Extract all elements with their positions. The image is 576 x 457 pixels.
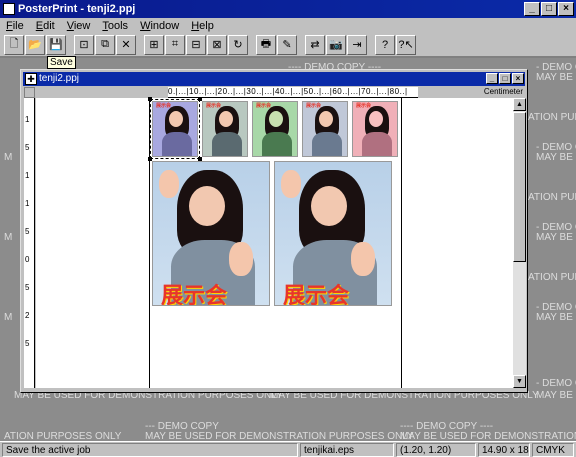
thumbnail-caption: 展示会 (356, 103, 372, 109)
grid-button[interactable]: ⊠ (207, 34, 227, 55)
toolbar: 🗋 📂 💾 ⊡ ⧉ ✕ ⊞ ⌗ ⊟ ⊠ ↻ 🖶 ✎ ⇄ 📷 ⇥ ? ?↖ (0, 33, 576, 57)
vruler-number: 0 (25, 255, 30, 264)
save-tooltip: Save (47, 56, 76, 69)
menu-bar: File Edit View Tools Window Help (0, 18, 576, 33)
menu-window[interactable]: Window (134, 20, 185, 32)
tile-button[interactable]: ⊟ (186, 34, 206, 55)
watermark-use: ATION PURPOSES ONLY (528, 192, 576, 203)
status-bar: Save the active job tenjikai.eps (1.20, … (0, 441, 576, 457)
watermark-use: ATION PURPOSES ONLY (528, 272, 576, 283)
app-icon[interactable] (3, 3, 15, 15)
document-title-bar[interactable]: ✚ tenji2.ppj _ □ × (23, 72, 525, 86)
vruler-number: 5 (25, 227, 30, 236)
status-color-mode: CMYK (532, 443, 574, 457)
maximize-button[interactable]: □ (541, 2, 557, 16)
app-title-bar: PosterPrint - tenji2.ppj _ □ × (0, 0, 576, 18)
duplicate-button[interactable]: ⧉ (95, 34, 115, 55)
menu-edit[interactable]: Edit (30, 20, 61, 32)
save-button[interactable]: 💾 (46, 34, 66, 55)
new-file-button[interactable]: 🗋 (4, 34, 24, 55)
context-help-button[interactable]: ?↖ (396, 34, 416, 55)
doc-minimize-button[interactable]: _ (486, 73, 498, 84)
menu-tools[interactable]: Tools (96, 20, 134, 32)
menu-help[interactable]: Help (185, 20, 220, 32)
watermark-mini: M (4, 232, 13, 243)
vruler-number: 1 (25, 199, 30, 208)
vruler-number: 1 (25, 115, 30, 124)
watermark-mini: M (4, 312, 13, 323)
close-button[interactable]: × (558, 2, 574, 16)
print-button[interactable]: 🖶 (256, 34, 276, 55)
open-folder-button[interactable]: 📂 (25, 34, 45, 55)
doc-maximize-button[interactable]: □ (499, 73, 511, 84)
frame-button[interactable]: ⊡ (74, 34, 94, 55)
delete-button[interactable]: ✕ (116, 34, 136, 55)
help-button[interactable]: ? (375, 34, 395, 55)
doc-close-button[interactable]: × (512, 73, 524, 84)
thumbnail-caption: 展示会 (306, 103, 322, 109)
page-boundary (401, 98, 402, 388)
scroll-down-button[interactable]: ▼ (513, 375, 526, 388)
poster-thumbnail[interactable]: 展示会 (202, 101, 248, 157)
watermark-mini: M (4, 152, 13, 163)
vertical-ruler: 1 5 1 1 5 0 5 2 5 (24, 98, 35, 388)
poster-thumbnail[interactable]: 展示会 (252, 101, 298, 157)
selection-box[interactable] (148, 97, 202, 161)
ruler-corner (24, 87, 35, 98)
page-canvas[interactable]: 展示会 展示会 展示会 展示会 展示会 展示会 展示会 (36, 97, 513, 388)
status-message: Save the active job (2, 443, 298, 457)
minimize-button[interactable]: _ (524, 2, 540, 16)
watermark-use: MAY BE USED F (536, 390, 576, 401)
watermark-use: MAY BE USED F (536, 152, 576, 163)
vruler-number: 5 (25, 339, 30, 348)
poster-image[interactable]: 展示会 (274, 161, 392, 306)
resize-handle[interactable] (148, 97, 152, 101)
units-label: Centimeter (483, 87, 523, 96)
status-size: 14.90 x 18.64 (478, 443, 530, 457)
app-title: PosterPrint - tenji2.ppj (18, 3, 136, 15)
vertical-scrollbar[interactable]: ▲ ▼ (513, 98, 526, 388)
watermark-use: ATION PURPOSES ONLY (528, 112, 576, 123)
horizontal-ruler: 0.|...|10..|...|20..|...|30..|...|40..|.… (168, 87, 418, 98)
select-button[interactable]: ⊞ (144, 34, 164, 55)
poster-caption: 展示会 (161, 283, 228, 306)
camera-button[interactable]: 📷 (326, 34, 346, 55)
poster-image[interactable]: 展示会 (152, 161, 270, 306)
thumbnail-caption: 展示会 (206, 103, 222, 109)
vruler-number: 2 (25, 311, 30, 320)
rotate-button[interactable]: ↻ (228, 34, 248, 55)
crop-button[interactable]: ⌗ (165, 34, 185, 55)
vruler-number: 5 (25, 143, 30, 152)
poster-thumbnail[interactable]: 展示会 (302, 101, 348, 157)
watermark-use: MAY BE USED F (536, 232, 576, 243)
menu-file[interactable]: File (0, 20, 30, 32)
scroll-up-button[interactable]: ▲ (513, 98, 526, 111)
watermark-use: ATION PURPOSES ONLY (4, 431, 122, 441)
document-title: tenji2.ppj (39, 73, 80, 84)
menu-view[interactable]: View (61, 20, 97, 32)
poster-caption: 展示会 (283, 283, 350, 306)
status-position: (1.20, 1.20) (396, 443, 476, 457)
status-file: tenjikai.eps (300, 443, 394, 457)
vruler-number: 5 (25, 283, 30, 292)
resize-handle[interactable] (198, 97, 202, 101)
watermark-use: MAY BE USED F (536, 312, 576, 323)
watermark-use: MAY BE USED FOR DEMONSTRATION PURPOSES O… (400, 431, 576, 441)
vruler-number: 1 (25, 171, 30, 180)
scroll-thumb[interactable] (513, 112, 526, 262)
thumbnail-caption: 展示会 (256, 103, 272, 109)
document-window: ✚ tenji2.ppj _ □ × Centimeter 0.|...|10.… (20, 69, 528, 393)
document-icon[interactable]: ✚ (25, 73, 37, 85)
watermark-use: MAY BE USED FOR DEMONSTRATION PURPOSES O… (145, 431, 414, 441)
watermark-demo: - DEMO C (536, 378, 576, 389)
poster-thumbnail[interactable]: 展示会 (352, 101, 398, 157)
edit-button[interactable]: ✎ (277, 34, 297, 55)
transfer-button[interactable]: ⇄ (305, 34, 325, 55)
export-button[interactable]: ⇥ (347, 34, 367, 55)
watermark-use: MAY BE USED F (536, 72, 576, 83)
